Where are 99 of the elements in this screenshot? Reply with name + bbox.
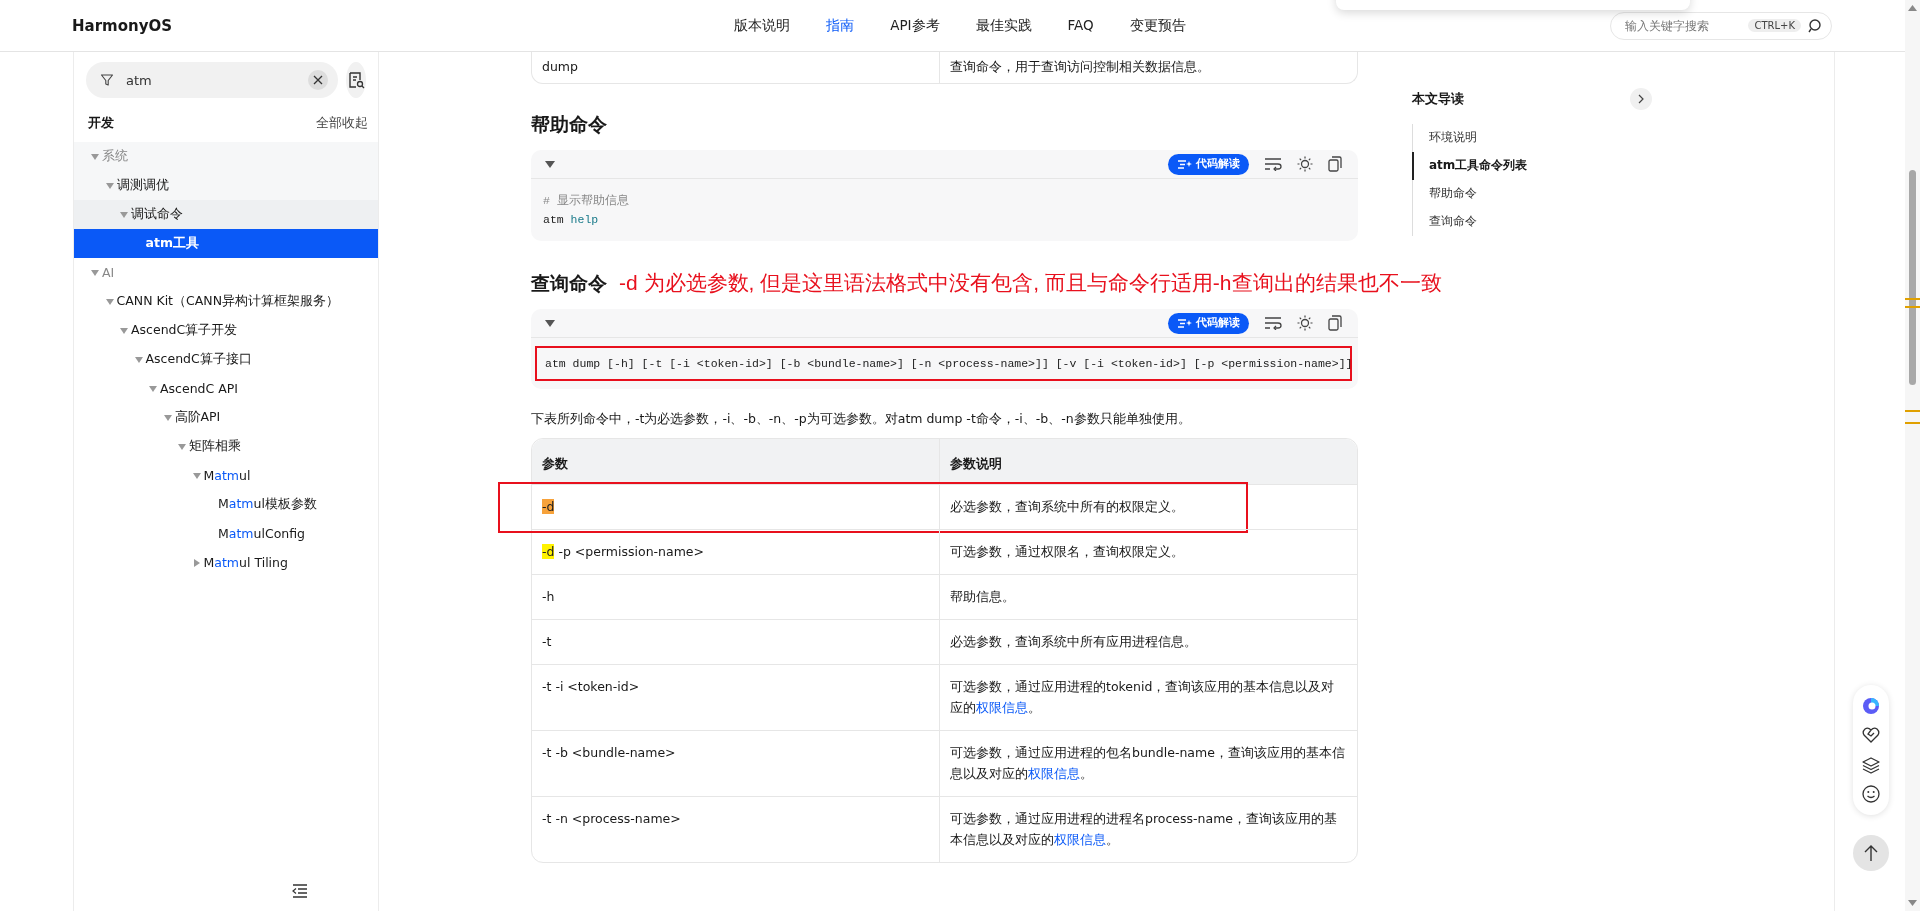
nav-tab[interactable]: API参考	[890, 16, 940, 35]
filter-input[interactable]: atm	[124, 71, 298, 89]
collapse-caret-icon[interactable]	[545, 160, 555, 168]
table-cell-text: -d -p <permission-name>	[541, 543, 705, 561]
expand-arrow-icon[interactable]	[91, 269, 99, 276]
tree-item[interactable]: Matmul	[74, 461, 378, 490]
tree-item[interactable]: CANN Kit（CANN异构计算框架服务）	[74, 287, 378, 316]
column-header: 参数	[541, 455, 569, 473]
tree-item[interactable]: Matmul Tiling	[74, 548, 378, 577]
expand-arrow-icon[interactable]	[105, 182, 114, 189]
wrap-lines-icon[interactable]	[1264, 157, 1282, 171]
table-cell-text: -t -n <process-name>	[541, 810, 682, 828]
expand-arrow-icon[interactable]	[163, 414, 172, 421]
assistant-icon[interactable]	[1862, 696, 1880, 715]
toc-link[interactable]: 查询命令	[1412, 208, 1652, 236]
search-match-marker	[1905, 298, 1920, 308]
table-cell: 查询命令，用于查询访问控制相关数据信息。	[939, 52, 1357, 83]
collapse-sidebar-icon[interactable]	[292, 884, 308, 898]
code-explain-button[interactable]: 代码解读	[1168, 312, 1249, 334]
section-heading: 帮助命令	[531, 112, 607, 137]
tree-item[interactable]: 高阶API	[74, 403, 378, 432]
scrollbar-thumb[interactable]	[1909, 170, 1916, 385]
tree-item[interactable]: atm工具	[74, 229, 378, 258]
sun-icon[interactable]	[1297, 315, 1313, 331]
search-match-marker	[1905, 410, 1920, 424]
copy-icon[interactable]	[1328, 156, 1342, 172]
wrap-lines-icon[interactable]	[1264, 316, 1282, 330]
body-text: 下表所列命令中，-t为必选参数，-i、-b、-n、-p为可选参数。对atm dump -t命令，-i、-b、-n参数只能单独使用。	[531, 411, 1192, 428]
clear-button[interactable]	[308, 70, 328, 90]
arrow-up-icon[interactable]	[1863, 844, 1879, 862]
code-explain-button[interactable]: 代码解读	[1168, 153, 1249, 175]
filter-icon	[100, 73, 114, 87]
table-cell: 可选参数，通过应用进程的tokenid，查询该应用的基本信息以及对应的权限信息。	[939, 665, 1357, 730]
toc-link[interactable]: atm工具命令列表	[1412, 152, 1652, 180]
scrollbar[interactable]	[1905, 0, 1920, 911]
table-cell: 帮助信息。	[939, 575, 1357, 619]
table-cell: 可选参数，通过权限名，查询权限定义。	[939, 530, 1357, 574]
copy-icon[interactable]	[1328, 315, 1342, 331]
table-cell: 必选参数，查询系统中所有应用进程信息。	[939, 620, 1357, 664]
layers-icon[interactable]	[1862, 755, 1880, 774]
site-logo[interactable]: HarmonyOS	[0, 16, 173, 35]
filter-field[interactable]: atm	[86, 62, 338, 98]
table-cell: 可选参数，通过应用进程的包名bundle-name，查询该应用的基本信息以及对应的权限信息。	[939, 731, 1357, 796]
toc-title: 本文导读	[1412, 90, 1464, 108]
sparkle-lines-icon	[1177, 317, 1192, 329]
nav-tab[interactable]: FAQ	[1067, 16, 1094, 35]
nav-tab[interactable]: 变更预告	[1129, 16, 1186, 35]
tree-item[interactable]: AscendC算子开发	[74, 316, 378, 345]
column-header: 参数说明	[939, 439, 1357, 484]
expand-arrow-icon[interactable]	[178, 443, 186, 450]
code-line: atm help	[543, 212, 600, 228]
nav-tab[interactable]: 版本说明	[734, 16, 791, 35]
tree-item[interactable]: Matmul模板参数	[74, 490, 378, 519]
table-cell-text: -t	[541, 633, 553, 651]
tree-item[interactable]: AscendC API	[74, 374, 378, 403]
search-icon[interactable]	[1807, 17, 1823, 34]
expand-arrow-icon[interactable]	[120, 327, 128, 334]
smiley-icon[interactable]	[1862, 785, 1880, 804]
sun-icon[interactable]	[1297, 156, 1313, 172]
collapse-all-link[interactable]: 全部收起	[316, 114, 368, 132]
section-heading: 查询命令	[531, 271, 607, 296]
search-input[interactable]: 输入关键字搜索	[1623, 17, 1743, 34]
scroll-up-arrow-icon[interactable]	[1908, 5, 1917, 11]
expand-arrow-icon[interactable]	[105, 298, 114, 305]
tree-item[interactable]: MatmulConfig	[74, 519, 378, 548]
annotation-note: -d 为必选参数, 但是这里语法格式中没有包含, 而且与命令行适用-h查询出的结果也不一致	[619, 270, 1442, 296]
collapse-caret-icon[interactable]	[545, 319, 555, 327]
expand-arrow-icon[interactable]	[149, 385, 157, 392]
close-icon[interactable]	[313, 75, 323, 85]
expand-arrow-icon[interactable]	[91, 153, 99, 160]
expand-arrow-icon[interactable]	[192, 472, 201, 479]
nav-tab[interactable]: 指南	[826, 16, 855, 35]
tree-item[interactable]: AI	[74, 258, 378, 287]
code-line: # 显示帮助信息	[543, 193, 630, 209]
back-to-top-button[interactable]	[1853, 835, 1889, 871]
table-cell: 必选参数，查询系统中所有的权限定义。	[939, 485, 1357, 529]
shortcut-badge: CTRL+K	[1748, 19, 1801, 32]
tree-item[interactable]: 矩阵相乘	[74, 432, 378, 461]
toc-link[interactable]: 环境说明	[1412, 124, 1652, 152]
table-cell-text: -t -b <bundle-name>	[541, 744, 677, 762]
table-cell: 可选参数，通过应用进程的进程名process-name，查询该应用的基本信息以及对应的权限信息。	[939, 797, 1357, 862]
toc-link[interactable]: 帮助命令	[1412, 180, 1652, 208]
chevron-right-icon[interactable]	[1638, 94, 1644, 104]
expand-arrow-icon[interactable]	[193, 558, 200, 567]
tree-item[interactable]: 调测调优	[74, 171, 378, 200]
tree-item[interactable]: 调试命令	[74, 200, 378, 229]
sparkle-lines-icon	[1177, 158, 1192, 170]
nav-tab[interactable]: 最佳实践	[975, 16, 1032, 35]
tree-item[interactable]: 系统	[74, 142, 378, 171]
table-cell-text: -d	[541, 498, 556, 516]
section-title: 开发	[88, 114, 114, 132]
table-cell-text: -t -i <token-id>	[541, 678, 641, 696]
expand-arrow-icon[interactable]	[134, 356, 143, 363]
doc-search-button[interactable]	[346, 62, 366, 98]
table-cell-text: dump	[541, 58, 579, 76]
tree-item[interactable]: AscendC算子接口	[74, 345, 378, 374]
document-search-icon[interactable]	[347, 71, 365, 89]
table-cell-text: -h	[541, 588, 556, 606]
scroll-down-arrow-icon[interactable]	[1908, 900, 1917, 906]
